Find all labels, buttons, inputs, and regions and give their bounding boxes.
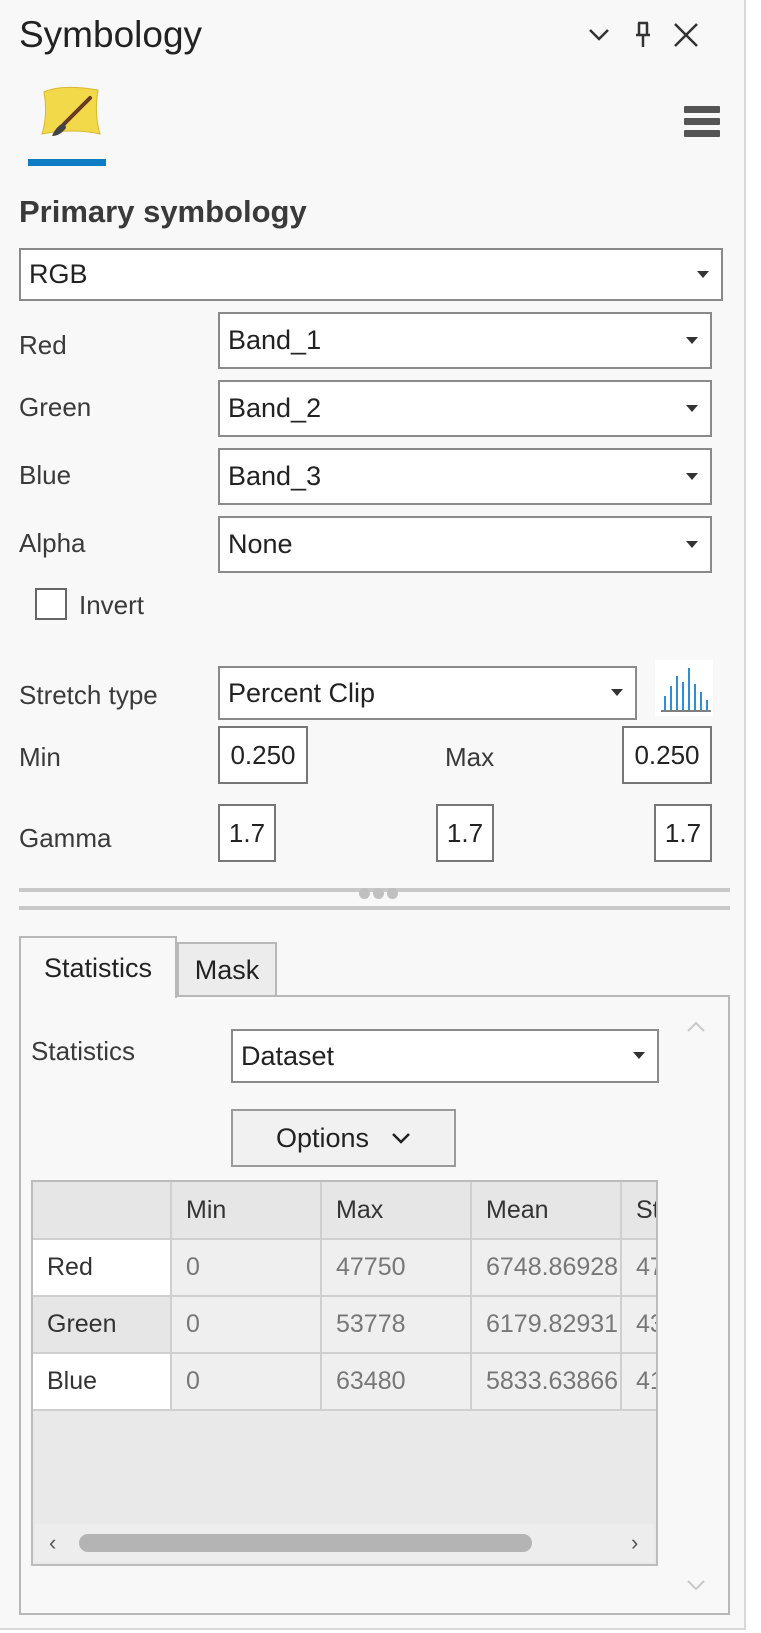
cell-std: 41 xyxy=(621,1353,656,1411)
cell-std: 47 xyxy=(621,1239,656,1297)
caret-down-icon xyxy=(686,540,698,548)
symbology-pane: Symbology Primary symbology RGB Red Band… xyxy=(0,0,746,1630)
min-label: Min xyxy=(19,742,61,772)
cell-std: 43 xyxy=(621,1296,656,1354)
cell-max: 63480 xyxy=(321,1353,472,1411)
table-row[interactable]: Green 0 53778 6179.82931 43 xyxy=(33,1296,656,1354)
gamma-input-green[interactable]: 1.7 xyxy=(436,804,494,862)
band-value: Band_1 xyxy=(228,325,322,355)
band-dropdown-red[interactable]: Band_1 xyxy=(218,312,712,369)
caret-down-icon xyxy=(686,336,698,344)
caret-down-icon xyxy=(611,689,623,696)
invert-label: Invert xyxy=(79,590,145,620)
band-dropdown-alpha[interactable]: None xyxy=(218,516,712,573)
stretch-type-value: Percent Clip xyxy=(228,677,376,708)
stretch-type-dropdown[interactable]: Percent Clip xyxy=(218,666,637,720)
column-header-max[interactable]: Max xyxy=(321,1182,472,1240)
splitter-grip[interactable] xyxy=(359,888,398,899)
chevron-down-icon xyxy=(392,1133,410,1144)
renderer-dropdown[interactable]: RGB xyxy=(19,248,723,301)
row-name: Blue xyxy=(33,1353,172,1411)
hamburger-menu-icon[interactable] xyxy=(684,106,720,142)
min-input[interactable]: 0.250 xyxy=(218,726,308,784)
caret-down-icon xyxy=(633,1052,645,1059)
band-value: Band_3 xyxy=(228,461,322,491)
histogram-icon[interactable] xyxy=(655,660,713,716)
table-row[interactable]: Red 0 47750 6748.86928 47 xyxy=(33,1239,656,1297)
cell-min: 0 xyxy=(171,1239,322,1297)
scroll-left-icon[interactable]: ‹ xyxy=(49,1530,56,1556)
paintbrush-icon xyxy=(41,86,101,136)
table-header-row: Min Max Mean St xyxy=(33,1182,656,1240)
horizontal-scrollbar[interactable]: ‹ › xyxy=(35,1524,654,1562)
max-label: Max xyxy=(445,742,495,772)
row-name: Red xyxy=(33,1239,172,1297)
band-value: Band_2 xyxy=(228,393,322,423)
options-label: Options xyxy=(275,1122,370,1153)
close-icon[interactable] xyxy=(669,18,703,52)
band-value: None xyxy=(228,529,293,559)
column-header xyxy=(33,1182,172,1240)
chevron-down-icon[interactable] xyxy=(582,18,616,52)
max-input[interactable]: 0.250 xyxy=(622,726,712,784)
scroll-down-icon[interactable] xyxy=(681,1575,711,1595)
cell-mean: 5833.63866 xyxy=(471,1353,622,1411)
gamma-input-blue[interactable]: 1.7 xyxy=(654,804,712,862)
column-header-min[interactable]: Min xyxy=(171,1182,322,1240)
section-title: Primary symbology xyxy=(19,194,307,229)
column-header-std[interactable]: St xyxy=(621,1182,656,1240)
cell-mean: 6179.82931 xyxy=(471,1296,622,1354)
renderer-value: RGB xyxy=(29,259,88,289)
statistics-source-value: Dataset xyxy=(241,1040,335,1071)
tab-statistics[interactable]: Statistics xyxy=(19,936,177,998)
row-name: Green xyxy=(33,1296,172,1354)
cell-max: 47750 xyxy=(321,1239,472,1297)
column-header-mean[interactable]: Mean xyxy=(471,1182,622,1240)
statistics-table: Min Max Mean St Red 0 47750 6748.86928 4… xyxy=(31,1180,658,1566)
statistics-label: Statistics xyxy=(31,1036,136,1066)
band-label-red: Red xyxy=(19,330,67,360)
splitter-bottom-line xyxy=(19,906,730,910)
options-button[interactable]: Options xyxy=(231,1109,456,1167)
cell-mean: 6748.86928 xyxy=(471,1239,622,1297)
band-label-green: Green xyxy=(19,392,92,422)
band-label-alpha: Alpha xyxy=(19,528,86,558)
gamma-input-red[interactable]: 1.7 xyxy=(218,804,276,862)
pin-icon[interactable] xyxy=(626,18,660,52)
statistics-source-dropdown[interactable]: Dataset xyxy=(231,1029,659,1083)
scroll-right-icon[interactable]: › xyxy=(631,1530,638,1556)
caret-down-icon xyxy=(686,404,698,412)
cell-min: 0 xyxy=(171,1353,322,1411)
caret-down-icon xyxy=(686,472,698,480)
scroll-up-icon[interactable] xyxy=(681,1017,711,1037)
band-dropdown-green[interactable]: Band_2 xyxy=(218,380,712,437)
band-dropdown-blue[interactable]: Band_3 xyxy=(218,448,712,505)
primary-symbology-tab[interactable] xyxy=(28,84,106,166)
tab-mask[interactable]: Mask xyxy=(177,942,277,996)
caret-down-icon xyxy=(697,270,709,278)
pane-title: Symbology xyxy=(19,14,203,55)
stretch-type-label: Stretch type xyxy=(19,680,158,710)
gamma-label: Gamma xyxy=(19,823,112,853)
scrollbar-thumb[interactable] xyxy=(79,1534,532,1552)
active-tab-indicator xyxy=(28,159,106,166)
cell-min: 0 xyxy=(171,1296,322,1354)
invert-checkbox[interactable] xyxy=(35,588,67,620)
cell-max: 53778 xyxy=(321,1296,472,1354)
table-row[interactable]: Blue 0 63480 5833.63866 41 xyxy=(33,1353,656,1411)
band-label-blue: Blue xyxy=(19,460,72,490)
